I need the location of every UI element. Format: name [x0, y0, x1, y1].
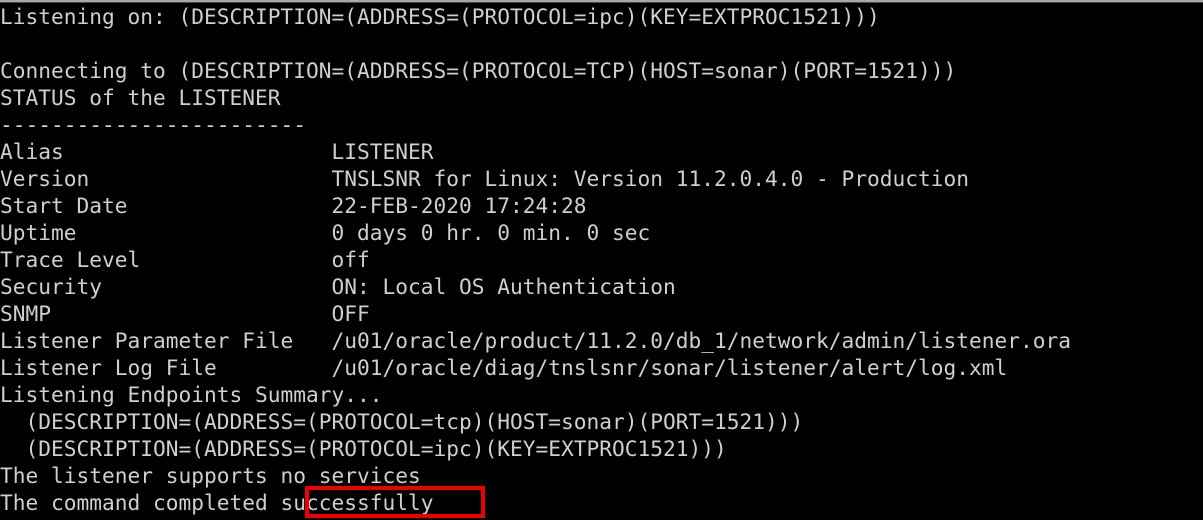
terminal-line-endpoints-heading: Listening Endpoints Summary...: [0, 383, 383, 408]
terminal-line-security: Security ON: Local OS Authentication: [0, 275, 676, 300]
terminal-line-status-heading: STATUS of the LISTENER: [0, 86, 281, 111]
terminal-line-log-file: Listener Log File /u01/oracle/diag/tnsls…: [0, 356, 1008, 381]
window-top-rule: [0, 0, 1203, 3]
terminal-line-command-result: The command completed successfully: [0, 491, 434, 516]
terminal-line-parameter-file: Listener Parameter File /u01/oracle/prod…: [0, 329, 1072, 354]
terminal-line-version: Version TNSLSNR for Linux: Version 11.2.…: [0, 167, 970, 192]
terminal-line-endpoint-tcp: (DESCRIPTION=(ADDRESS=(PROTOCOL=tcp)(HOS…: [0, 410, 804, 435]
terminal-line-trace-level: Trace Level off: [0, 248, 370, 273]
terminal-line-endpoint-ipc: (DESCRIPTION=(ADDRESS=(PROTOCOL=ipc)(KEY…: [0, 437, 727, 462]
terminal-line-snmp: SNMP OFF: [0, 302, 370, 327]
terminal-line-services: The listener supports no services: [0, 464, 421, 489]
terminal-line: Listening on: (DESCRIPTION=(ADDRESS=(PRO…: [0, 5, 880, 30]
terminal-line-separator: ------------------------: [0, 113, 307, 138]
terminal-window: Listening on: (DESCRIPTION=(ADDRESS=(PRO…: [0, 0, 1203, 520]
terminal-line: Connecting to (DESCRIPTION=(ADDRESS=(PRO…: [0, 59, 957, 84]
terminal-line-uptime: Uptime 0 days 0 hr. 0 min. 0 sec: [0, 221, 651, 246]
terminal-output: Listening on: (DESCRIPTION=(ADDRESS=(PRO…: [0, 4, 1203, 517]
terminal-line-start-date: Start Date 22-FEB-2020 17:24:28: [0, 194, 587, 219]
terminal-line-alias: Alias LISTENER: [0, 140, 434, 165]
